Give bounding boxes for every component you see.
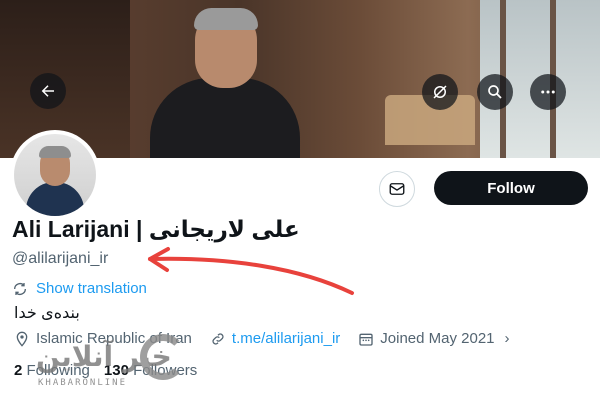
location-item: Islamic Republic of Iran bbox=[14, 330, 192, 347]
location-pin-icon bbox=[16, 331, 28, 347]
profile-banner bbox=[0, 0, 600, 158]
stream-off-button[interactable] bbox=[422, 74, 458, 110]
link-item[interactable]: t.me/alilarijani_ir bbox=[210, 330, 340, 347]
message-icon bbox=[389, 183, 405, 195]
avatar[interactable] bbox=[10, 130, 100, 220]
follow-counts: 2 Following 130 Followers bbox=[14, 362, 197, 379]
stream-off-icon bbox=[433, 85, 447, 99]
show-translation-label: Show translation bbox=[36, 280, 147, 297]
message-button[interactable] bbox=[379, 171, 415, 207]
bio-text: بنده‌ی خدا bbox=[14, 305, 80, 322]
chevron-right-icon: › bbox=[504, 330, 510, 347]
show-translation-link[interactable]: Show translation bbox=[12, 280, 147, 297]
profile-link[interactable]: t.me/alilarijani_ir bbox=[232, 330, 340, 347]
user-handle: @alilarijani_ir bbox=[12, 250, 109, 267]
location-text: Islamic Republic of Iran bbox=[36, 330, 192, 347]
back-arrow-icon bbox=[41, 85, 54, 97]
search-button[interactable] bbox=[477, 74, 513, 110]
back-button[interactable] bbox=[30, 73, 66, 109]
search-icon bbox=[488, 85, 502, 99]
profile-meta: Islamic Republic of Iran t.me/alilarijan… bbox=[14, 330, 510, 347]
follow-button[interactable]: Follow bbox=[434, 171, 588, 205]
calendar-icon bbox=[359, 333, 373, 346]
more-button[interactable] bbox=[530, 74, 566, 110]
more-icon bbox=[541, 90, 555, 94]
followers-count[interactable]: 130 Followers bbox=[104, 362, 197, 379]
link-icon bbox=[212, 332, 224, 345]
display-name: Ali Larijani | علی لاریجانی bbox=[12, 216, 300, 242]
joined-item: Joined May 2021 bbox=[358, 330, 495, 347]
following-count[interactable]: 2 Following bbox=[14, 362, 90, 379]
joined-text: Joined May 2021 bbox=[380, 330, 495, 347]
translate-icon bbox=[14, 282, 26, 295]
